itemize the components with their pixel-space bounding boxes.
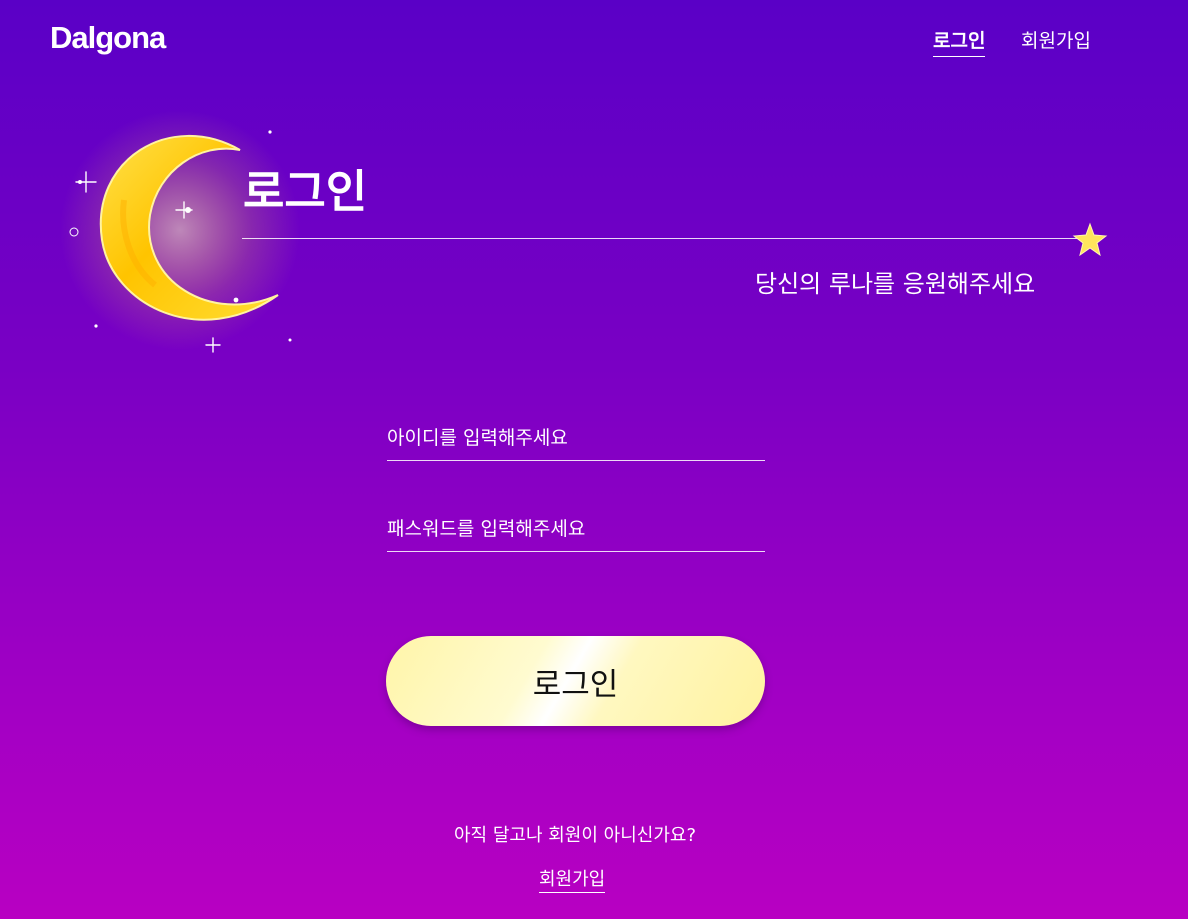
- login-button[interactable]: 로그인: [386, 636, 765, 726]
- nav-login-link[interactable]: 로그인: [933, 28, 986, 57]
- nav-signup-link[interactable]: 회원가입: [1021, 28, 1091, 54]
- password-field: [387, 507, 765, 552]
- id-input[interactable]: [387, 416, 765, 460]
- password-input[interactable]: [387, 507, 765, 551]
- crescent-moon-icon: [40, 90, 320, 360]
- title-divider: [242, 238, 1084, 239]
- id-field: [387, 416, 765, 461]
- star-icon: [1072, 222, 1108, 258]
- page-subtitle: 당신의 루나를 응원해주세요: [755, 270, 1036, 298]
- page-title: 로그인: [243, 165, 368, 218]
- signup-prompt: 아직 달고나 회원이 아니신가요?: [454, 825, 696, 846]
- footer-signup-link[interactable]: 회원가입: [539, 868, 606, 893]
- top-nav: 로그인 회원가입: [0, 28, 1188, 64]
